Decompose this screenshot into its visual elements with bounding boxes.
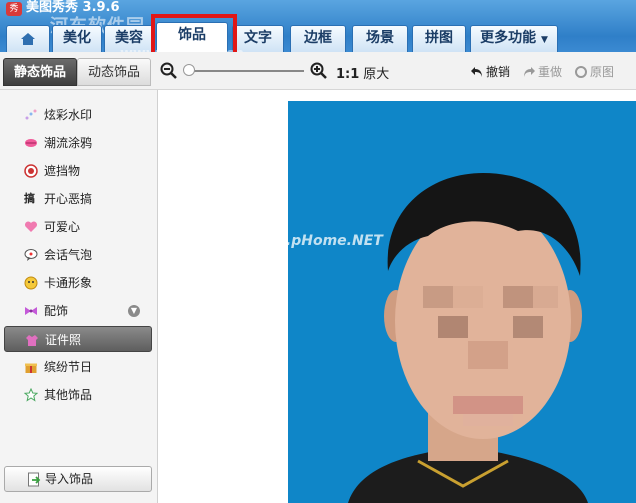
zoom-slider-thumb[interactable] <box>183 64 195 76</box>
undo-button[interactable]: 撤销 <box>470 63 510 80</box>
sidebar-item-speech-bubble[interactable]: 会话气泡 <box>4 242 152 268</box>
sidebar-item-other[interactable]: 其他饰品 <box>4 382 152 408</box>
main-tabs: 美化 美容 饰品 文字 边框 场景 拼图 更多功能 ▼ www.pc0359.c… <box>0 22 636 62</box>
sidebar-item-cute-heart[interactable]: 可爱心 <box>4 214 152 240</box>
tab-beautify[interactable]: 美化 <box>52 25 102 52</box>
cartoon-icon <box>24 276 38 290</box>
lips-icon <box>25 139 37 147</box>
speech-bubble-icon <box>24 249 38 261</box>
redo-button[interactable]: 重做 <box>522 63 562 80</box>
chevron-down-icon[interactable]: ▼ <box>128 305 140 317</box>
sidebar-item-colorful-watermark[interactable]: 炫彩水印 <box>4 102 152 128</box>
sparkle-icon <box>25 109 37 120</box>
zoom-slider-track[interactable] <box>186 70 304 72</box>
import-accessory-button[interactable]: 导入饰品 <box>4 466 152 492</box>
heart-icon <box>24 221 38 232</box>
tab-scene[interactable]: 场景 <box>352 25 408 52</box>
photo-watermark: www.pHome.NET <box>288 233 383 249</box>
sub-toolbar: 静态饰品 动态饰品 1:1 原大 撤销 重做 原图 <box>0 52 636 90</box>
ratio-label: 1:1 <box>336 67 360 82</box>
import-icon <box>28 472 41 487</box>
accessory-category-list: 炫彩水印 潮流涂鸦 遮挡物 搞 开心恶搞 可爱心 会话气泡 卡通形象 配饰 ▼ … <box>0 90 158 503</box>
tab-dynamic-accessories[interactable]: 动态饰品 <box>77 58 151 86</box>
sidebar-item-cartoon[interactable]: 卡通形象 <box>4 270 152 296</box>
redo-icon <box>524 67 535 77</box>
zoom-out-icon[interactable] <box>160 62 178 80</box>
sidebar-item-prank[interactable]: 搞 开心恶搞 <box>4 186 152 212</box>
tab-border[interactable]: 边框 <box>290 25 346 52</box>
star-icon <box>24 388 38 402</box>
tab-static-accessories[interactable]: 静态饰品 <box>3 58 77 86</box>
tab-home[interactable] <box>6 25 50 52</box>
bow-icon <box>25 307 37 315</box>
portrait-figure <box>348 173 588 503</box>
original-size-label: 原大 <box>363 67 390 82</box>
mask-icon <box>24 164 38 178</box>
editing-canvas: www.pHome.NET <box>158 90 636 503</box>
sidebar-item-accessories[interactable]: 配饰 ▼ <box>4 298 152 324</box>
undo-icon <box>471 67 482 77</box>
original-image-button[interactable]: 原图 <box>574 63 614 80</box>
prank-icon: 搞 <box>24 192 35 205</box>
gift-icon <box>25 363 37 373</box>
app-logo-icon: 秀 <box>6 2 22 16</box>
sidebar-item-graffiti[interactable]: 潮流涂鸦 <box>4 130 152 156</box>
id-photo-image[interactable]: www.pHome.NET <box>288 101 636 503</box>
tab-more-features[interactable]: 更多功能 ▼ <box>470 25 558 52</box>
sidebar-item-festival[interactable]: 缤纷节日 <box>4 354 152 380</box>
dropdown-arrow-icon: ▼ <box>540 35 548 45</box>
sidebar-item-occluder[interactable]: 遮挡物 <box>4 158 152 184</box>
tab-collage[interactable]: 拼图 <box>412 25 466 52</box>
shirt-icon <box>26 335 38 346</box>
zoom-in-icon[interactable] <box>310 62 328 80</box>
home-icon <box>21 33 35 45</box>
sidebar-item-id-photo[interactable]: 证件照 <box>4 326 152 352</box>
original-size-button[interactable]: 1:1 原大 <box>336 63 389 82</box>
tab-more-label: 更多功能 <box>480 30 537 46</box>
original-image-icon <box>575 66 587 78</box>
